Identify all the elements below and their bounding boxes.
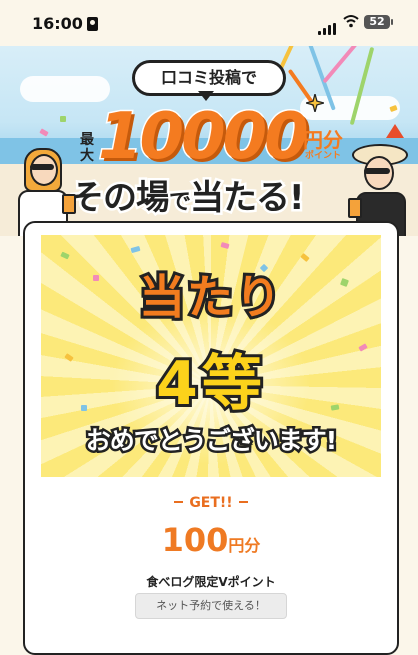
clock: 16:00 bbox=[32, 14, 98, 33]
max-label: 最大 bbox=[80, 132, 94, 164]
battery-icon: 52 bbox=[364, 15, 393, 29]
get-label: GET!! bbox=[25, 495, 397, 511]
banner-headline: その場で当たる! bbox=[68, 176, 308, 221]
reward-amount: 100円分 bbox=[161, 521, 261, 559]
online-reservation-button[interactable]: ネット予約で使える！ bbox=[135, 593, 287, 619]
reward-amount-headline: 10000 bbox=[97, 99, 311, 176]
amount-unit-sub: ポイント bbox=[305, 151, 342, 161]
result-card: 当たり 4等 おめでとうございます! GET!! 100円分 食べログ限定Vポイ… bbox=[23, 221, 399, 655]
campaign-banner[interactable]: 口コミ投稿で 最大 10000 円分 ポイント その場で当たる! bbox=[0, 46, 418, 236]
congrats-message: おめでとうございます! bbox=[83, 424, 339, 458]
prize-panel: 当たり 4等 おめでとうございます! bbox=[41, 235, 381, 477]
prize-rank: 4等 bbox=[153, 346, 266, 422]
prize-title: 当たり bbox=[136, 267, 284, 327]
point-type-label: 食べログ限定Vポイント bbox=[146, 575, 276, 589]
sparkle-icon bbox=[306, 94, 324, 112]
signal-icon bbox=[318, 16, 338, 35]
wifi-icon bbox=[343, 15, 359, 28]
status-bar: 16:00 52 bbox=[0, 0, 418, 46]
id-card-icon bbox=[86, 17, 98, 31]
sailboat-icon bbox=[386, 124, 404, 138]
